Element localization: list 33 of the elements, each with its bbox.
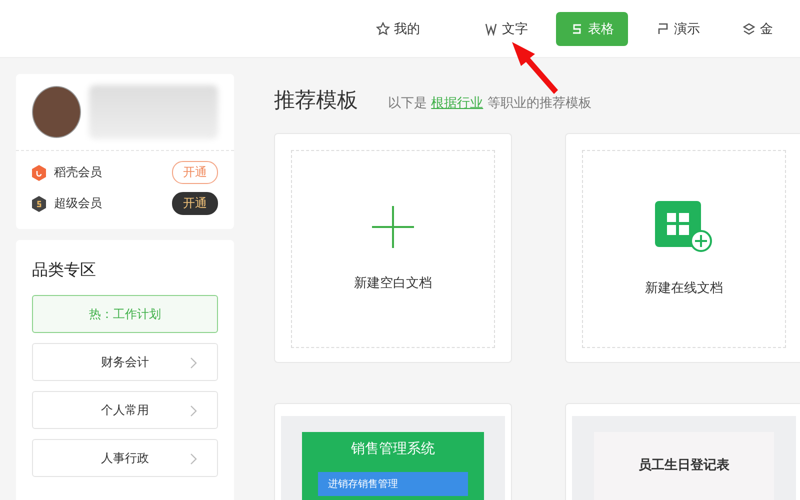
template-title: 员工生日登记表: [638, 457, 730, 474]
sheet-plus-icon: [655, 201, 713, 253]
letter-p-icon: [656, 22, 670, 36]
category-item[interactable]: 个人常用: [32, 391, 218, 429]
membership-name: 超级会员: [54, 195, 103, 212]
membership-name: 稻壳会员: [54, 164, 103, 181]
category-item[interactable]: 人事行政: [32, 439, 218, 477]
subtitle-text: 以下是 根据行业 等职业的推荐模板: [388, 95, 592, 112]
page-title: 推荐模板: [274, 87, 358, 114]
new-document-card[interactable]: 新建空白文档: [274, 133, 512, 363]
flame-hexagon-icon: [32, 164, 46, 180]
nav-tab[interactable]: 演示: [642, 12, 714, 46]
chevron-right-icon: [190, 453, 197, 465]
nav-tab[interactable]: 金: [728, 12, 787, 46]
section-title: 品类专区: [32, 260, 97, 281]
chevron-right-icon: [190, 357, 197, 369]
template-subtitle: 进销存销售管理: [318, 472, 468, 496]
annotation-arrow: [512, 42, 558, 94]
card-label: 新建空白文档: [354, 275, 432, 292]
star-icon: [376, 22, 390, 36]
nav-tab[interactable]: 我的: [362, 12, 434, 46]
chevron-right-icon: [190, 405, 197, 417]
letter-s-icon: [570, 22, 584, 36]
letter-w-icon: [484, 22, 498, 36]
plus-icon: [372, 206, 414, 248]
card-label: 新建在线文档: [645, 280, 723, 297]
dollar-hexagon-icon: [32, 196, 46, 212]
new-document-card[interactable]: 新建在线文档: [565, 133, 800, 363]
nav-tab[interactable]: 文字: [470, 12, 542, 46]
category-item[interactable]: 财务会计: [32, 343, 218, 381]
template-card[interactable]: 员工生日登记表: [565, 403, 800, 500]
activate-button[interactable]: 开通: [172, 192, 218, 215]
template-title: 销售管理系统: [351, 440, 435, 458]
